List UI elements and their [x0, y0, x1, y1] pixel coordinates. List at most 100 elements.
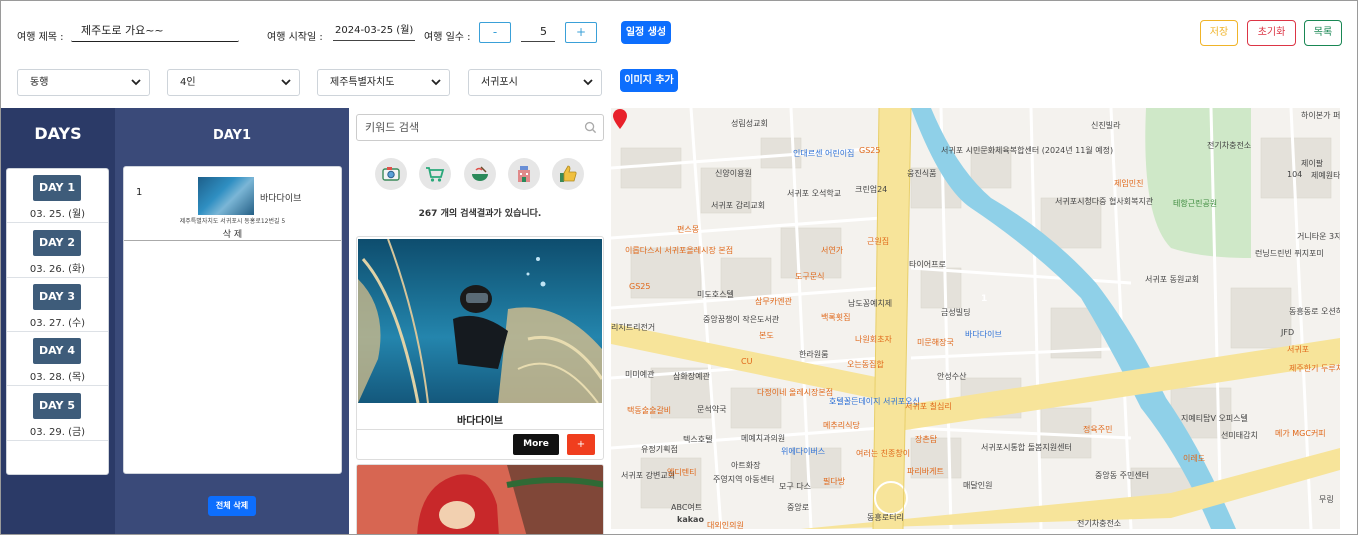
- companion-select[interactable]: 동행: [17, 69, 150, 96]
- day-item-1[interactable]: DAY 1 03. 25. (월): [7, 169, 108, 223]
- day-item-4[interactable]: DAY 4 03. 28. (목): [7, 332, 108, 386]
- food-icon[interactable]: [464, 158, 496, 190]
- start-date-input[interactable]: 2024-03-25 (월): [333, 23, 415, 41]
- day-badge[interactable]: DAY 5: [33, 393, 81, 419]
- generate-schedule-button[interactable]: 일정 생성: [621, 21, 671, 44]
- map-label: 신진빌라: [1091, 121, 1121, 130]
- map-label: 신양이용원: [715, 169, 752, 178]
- days-minus-button[interactable]: -: [479, 22, 511, 43]
- day-date: 03. 27. (수): [29, 318, 86, 329]
- city-select-value: 서귀포시: [481, 77, 518, 88]
- map-marker-label: 바다다이브: [965, 330, 1002, 339]
- schedule-item-name: 바다다이브: [260, 194, 302, 204]
- search-icon[interactable]: [584, 121, 597, 134]
- schedule-item[interactable]: 1 바다다이브 제주특별자치도 서귀포시 동홍로12번길 5 삭 제: [124, 167, 341, 241]
- schedule-item-delete-button[interactable]: 삭 제: [124, 227, 341, 240]
- delete-all-button[interactable]: 전체 삭제: [208, 496, 256, 516]
- start-date-label: 여행 시작일 :: [267, 32, 323, 43]
- map-label: GS25: [629, 282, 651, 291]
- map-label: 여러는 친종창이: [856, 449, 911, 458]
- city-select[interactable]: 서귀포시: [468, 69, 602, 96]
- day-badge[interactable]: DAY 4: [33, 338, 81, 364]
- day-badge[interactable]: DAY 2: [33, 230, 81, 256]
- map-label: 리지트리전거: [611, 323, 656, 332]
- add-to-schedule-button[interactable]: +: [567, 434, 595, 455]
- days-panel-title: DAYS: [34, 124, 82, 143]
- app-frame: 여행 제목 : 제주도로 가요~~ 여행 시작일 : 2024-03-25 (월…: [0, 0, 1358, 535]
- reset-button[interactable]: 초기화: [1247, 20, 1296, 46]
- search-result-card[interactable]: [356, 464, 604, 534]
- map-label: 아트화장: [731, 461, 761, 470]
- schedule-item-address: 제주특별자치도 서귀포시 동홍로12번길 5: [179, 218, 286, 225]
- map-label: 텍스호텔: [683, 435, 713, 444]
- save-button[interactable]: 저장: [1200, 20, 1238, 46]
- search-result-count: 267 개의 검색결과가 있습니다.: [418, 209, 542, 219]
- add-image-button[interactable]: 이미지 추가: [620, 69, 678, 92]
- map-label: ABC여트: [671, 503, 703, 512]
- map-label: 금성빌딩: [941, 308, 971, 317]
- map-label: CU: [741, 357, 753, 366]
- map-label: 미도호스텔: [697, 290, 734, 299]
- camera-icon[interactable]: [375, 158, 407, 190]
- day-badge[interactable]: DAY 3: [33, 284, 81, 310]
- map-label: GS25: [859, 146, 881, 155]
- map-label: 편스몽: [677, 225, 700, 234]
- day-date: 03. 28. (목): [29, 372, 86, 383]
- map-label: 전기차충전소: [1207, 141, 1252, 150]
- days-count-input[interactable]: 5: [521, 23, 555, 42]
- region-select[interactable]: 제주특별자치도: [317, 69, 450, 96]
- map-label: 백록횟집: [821, 313, 851, 322]
- map-label: 서귀포 시민문화체육복합센터 (2024년 11월 예정): [941, 146, 1114, 155]
- people-select[interactable]: 4인: [167, 69, 300, 96]
- map-label: 삼화장예관: [673, 372, 710, 381]
- thumbs-up-icon[interactable]: [552, 158, 584, 190]
- map-label: 모구 다스: [779, 482, 811, 491]
- map-attribution: kakao: [677, 515, 704, 524]
- keyword-search-input[interactable]: 키워드 검색: [356, 114, 604, 141]
- map-label: 웅진식품: [907, 169, 937, 178]
- list-button[interactable]: 목록: [1304, 20, 1342, 46]
- map-label: 엠디텐티: [667, 468, 697, 477]
- map-label: 타이어프로: [909, 260, 946, 269]
- map-label: 주영지역 아동센터: [713, 475, 775, 484]
- region-select-value: 제주특별자치도: [330, 77, 395, 88]
- more-button[interactable]: More: [513, 434, 559, 455]
- day-date: 03. 29. (금): [29, 427, 86, 438]
- day-item-2[interactable]: DAY 2 03. 26. (화): [7, 224, 108, 278]
- cart-icon[interactable]: [419, 158, 451, 190]
- result-card-photo: [358, 239, 602, 403]
- map-label: 제임민진: [1114, 179, 1144, 188]
- map-label: 제예원타: [1311, 171, 1340, 180]
- search-placeholder: 키워드 검색: [365, 121, 420, 134]
- map-label: JFD: [1281, 328, 1295, 337]
- search-result-card[interactable]: 바다다이브 More +: [356, 236, 604, 460]
- day-item-3[interactable]: DAY 3 03. 27. (수): [7, 278, 108, 332]
- map-label: 동흥로터리: [867, 513, 904, 522]
- trip-title-input[interactable]: 제주도로 가요~~: [71, 22, 239, 42]
- map-label: 근원집: [867, 237, 890, 246]
- day-item-5[interactable]: DAY 5 03. 29. (금): [7, 387, 108, 441]
- map-label: 정육주민: [1083, 425, 1113, 434]
- map-marker-icon[interactable]: [611, 108, 629, 130]
- map-label: 거니타운 3지: [1297, 232, 1340, 241]
- days-plus-button[interactable]: +: [565, 22, 597, 43]
- chevron-down-icon: [431, 79, 441, 86]
- day1-panel: DAY1 1 바다다이브 제주특별자치도 서귀포시 동홍로12번길 5 삭 제 …: [115, 108, 349, 534]
- map-label: 중앙꿈챙이 작은도서관: [703, 315, 780, 324]
- trip-days-label: 여행 일수 :: [424, 32, 471, 43]
- map-label: 전기차충전소: [1077, 519, 1122, 528]
- companion-select-value: 동행: [30, 77, 49, 88]
- map-label: 장촌탑: [915, 435, 938, 444]
- map-label: 서귀포 칠십리: [905, 402, 952, 411]
- hotel-icon[interactable]: [508, 158, 540, 190]
- map-label: 중앙동 주민센터: [1095, 471, 1150, 480]
- chevron-down-icon: [583, 79, 593, 86]
- day-badge[interactable]: DAY 1: [33, 175, 81, 201]
- map-view[interactable]: 성림성교회 인대르센 어린이집 GS25 서귀포 시민문화체육복합센터 (202…: [611, 108, 1340, 529]
- map-label: 필다방: [823, 477, 846, 486]
- map-label: 테항근린공원: [1173, 199, 1218, 208]
- map-label: 제이팔: [1301, 159, 1324, 168]
- map-label: 성림성교회: [731, 119, 768, 128]
- map-label: 서귀포 감리교회: [711, 201, 766, 210]
- map-label: 남도꽁예치제: [848, 299, 893, 308]
